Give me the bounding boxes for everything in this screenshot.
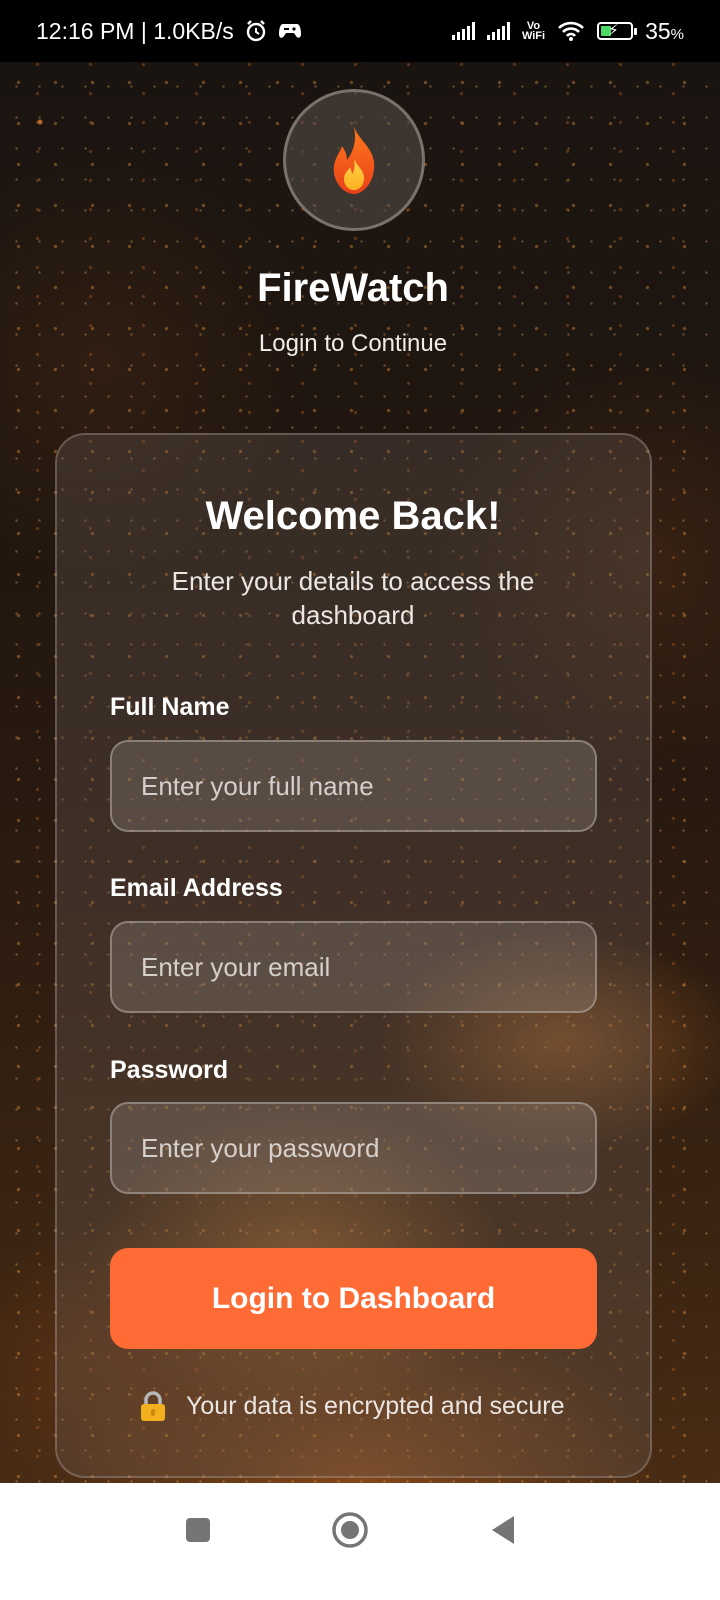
recents-button[interactable]	[168, 1505, 228, 1555]
login-button[interactable]: Login to Dashboard	[110, 1248, 597, 1349]
card-subtitle: Enter your details to access the dashboa…	[171, 566, 535, 630]
back-icon	[492, 1516, 514, 1544]
secure-note: Your data is encrypted and secure	[138, 1390, 565, 1422]
vowifi-indicator: Vo WiFi	[521, 21, 546, 42]
signal-icon	[451, 22, 475, 40]
signal-icon-2	[486, 22, 510, 40]
battery-unit: %	[670, 25, 684, 43]
battery-level: 35%	[645, 18, 684, 45]
login-screen: 12:16 PM | 1.0KB/s Vo WiFi ⚡ 35% FireWat…	[0, 0, 720, 1600]
full-name-label: Full Name	[110, 693, 230, 721]
vowifi-line2: WiFi	[521, 30, 546, 42]
game-controller-icon	[278, 24, 301, 38]
secure-note-text: Your data is encrypted and secure	[186, 1391, 565, 1420]
clock-and-speed: 12:16 PM | 1.0KB/s	[36, 17, 234, 44]
email-label: Email Address	[110, 874, 283, 902]
email-input[interactable]	[110, 921, 597, 1013]
app-logo	[283, 89, 425, 231]
status-left: 12:16 PM | 1.0KB/s	[36, 18, 302, 45]
password-label: Password	[110, 1056, 229, 1084]
status-right: Vo WiFi ⚡ 35%	[451, 18, 684, 45]
fire-icon	[333, 126, 375, 194]
app-title: FireWatch	[257, 266, 449, 310]
alarm-icon	[246, 20, 265, 42]
status-bar: 12:16 PM | 1.0KB/s Vo WiFi ⚡ 35%	[0, 0, 720, 62]
system-nav-bar	[0, 1483, 720, 1600]
password-input[interactable]	[110, 1102, 597, 1194]
back-button[interactable]	[473, 1505, 533, 1555]
home-icon	[332, 1512, 368, 1548]
app-subtitle: Login to Continue	[258, 330, 448, 357]
wifi-icon	[558, 21, 584, 41]
recents-icon	[186, 1518, 210, 1542]
full-name-input[interactable]	[110, 740, 597, 832]
battery-percent: 35	[645, 17, 671, 44]
lock-icon	[141, 1391, 165, 1421]
battery-icon: ⚡	[597, 22, 638, 40]
home-button[interactable]	[320, 1505, 380, 1555]
card-title: Welcome Back!	[205, 494, 501, 538]
